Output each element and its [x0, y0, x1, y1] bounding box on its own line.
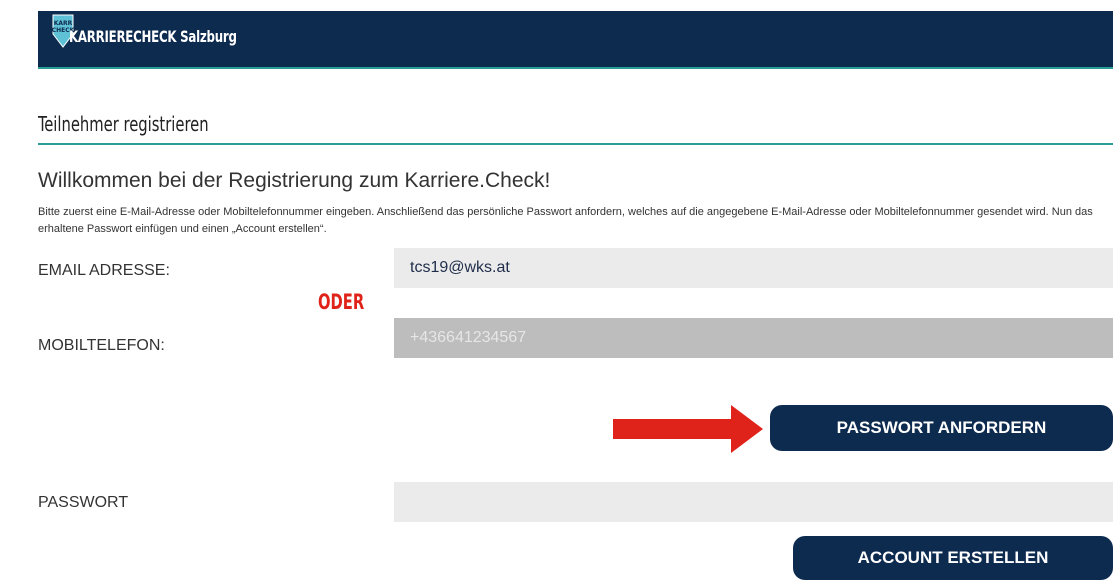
or-annotation: ODER [318, 290, 365, 314]
create-account-button[interactable]: ACCOUNT ERSTELLEN [793, 536, 1113, 580]
mobile-field[interactable] [394, 318, 1113, 358]
red-arrow-right-icon [613, 405, 763, 453]
title-divider [38, 143, 1113, 145]
email-label: EMAIL ADRESSE: [38, 262, 170, 279]
intro-text: Bitte zuerst eine E-Mail-Adresse oder Mo… [38, 206, 1093, 235]
welcome-heading: Willkommen bei der Registrierung zum Kar… [38, 169, 551, 192]
page-title: Teilnehmer registrieren [38, 112, 209, 136]
mobile-label: MOBILTELEFON: [38, 337, 165, 354]
app-title: KARRIERECHECK Salzburg [69, 27, 237, 46]
svg-text:KARR: KARR [54, 20, 73, 27]
email-field[interactable] [394, 248, 1113, 288]
password-field[interactable] [394, 482, 1113, 522]
request-password-button[interactable]: PASSWORT ANFORDERN [770, 405, 1113, 451]
password-label: PASSWORT [38, 494, 129, 511]
